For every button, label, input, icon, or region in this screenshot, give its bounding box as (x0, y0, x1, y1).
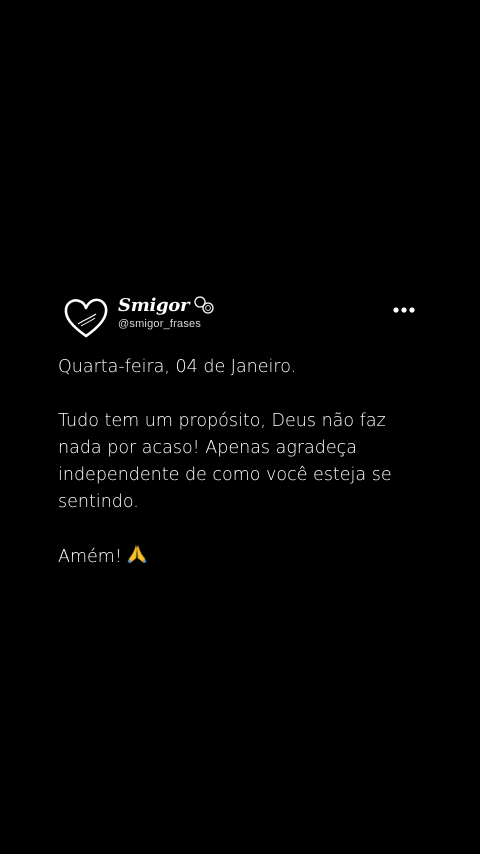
post-message: Tudo tem um propósito, Deus não faz nada… (58, 411, 398, 512)
heart-logo-icon[interactable] (62, 296, 110, 340)
display-name[interactable]: Smigor (118, 295, 189, 316)
post-date-line: Quarta-feira, 04 de Janeiro. (58, 357, 297, 377)
post-body: Quarta-feira, 04 de Janeiro. Tudo tem um… (58, 354, 428, 598)
post-closing-line: Amém! (58, 543, 428, 571)
linked-rings-icon (193, 295, 215, 315)
handle[interactable]: @smigor_frases (118, 318, 215, 330)
post-closing: Amém! (58, 547, 122, 567)
more-horizontal-icon (393, 307, 415, 313)
post-card: Smigor @smigor_frases Quarta-feira, 04 d (0, 0, 480, 854)
profile-info[interactable]: Smigor @smigor_frases (118, 292, 215, 330)
more-options-button[interactable] (391, 302, 419, 318)
post-header: Smigor @smigor_frases (62, 292, 422, 342)
praying-hands-icon (126, 543, 148, 565)
